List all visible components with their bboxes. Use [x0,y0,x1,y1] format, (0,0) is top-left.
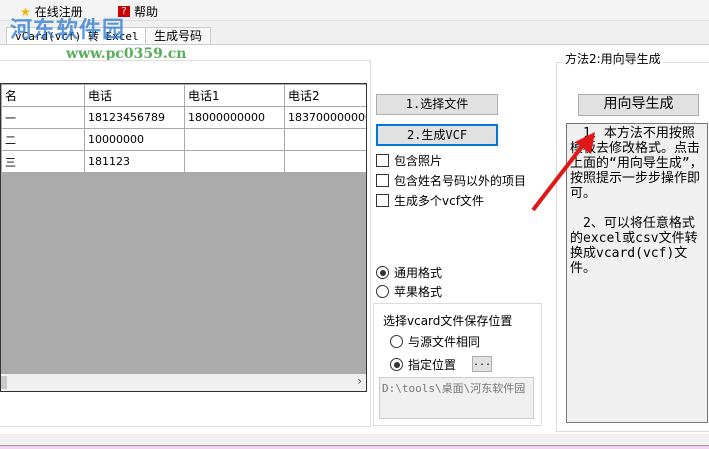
radio-button[interactable] [376,285,389,298]
checkbox-box[interactable] [376,154,389,167]
checkbox-box[interactable] [376,194,389,207]
save-same-radio[interactable]: 与源文件相同 [390,333,480,350]
grid-header: 名电话 电话1 电话2 [1,84,366,107]
arrow-annotation [531,132,595,212]
data-grid[interactable]: 名电话 电话1 电话2 一 18123456789 18000000000 1837000… [0,83,367,392]
watermark-logo: 河东软件园 [10,18,126,43]
column-header[interactable]: 电话2 [284,84,366,107]
cell[interactable]: 二 [1,128,85,151]
column-header[interactable]: 名 [1,84,85,107]
cell[interactable]: 18123456789 [84,106,185,129]
browse-button[interactable]: ... [472,356,492,372]
format-apple-radio[interactable]: 苹果格式 [376,283,442,300]
cell[interactable] [184,150,285,173]
radio-button[interactable] [390,358,403,371]
tab-generate-numbers[interactable]: 生成号码 [145,27,212,45]
cell[interactable]: 183700000000 [284,106,366,129]
cell[interactable]: 一 [1,106,85,129]
format-generic-radio[interactable]: 通用格式 [376,264,442,281]
include-photo-checkbox[interactable]: 包含照片 [376,152,442,169]
table-row[interactable]: 一 18123456789 18000000000 183700000000 [1,106,366,129]
scroll-right-icon[interactable]: › [357,374,362,388]
save-path-field[interactable]: D:\tools\桌面\河东软件园 [379,377,534,419]
radio-button[interactable] [376,266,389,279]
cell[interactable]: 181123 [84,150,185,173]
cell[interactable]: 10000000 [84,128,185,151]
table-row[interactable]: 二 10000000 [1,128,366,151]
scrollbar-thumb[interactable] [1,376,7,389]
radio-button[interactable] [390,335,403,348]
cell[interactable]: 18000000000 [184,106,285,129]
column-header[interactable]: 电话1 [184,84,285,107]
table-row[interactable]: 三 181123 [1,150,366,173]
cell[interactable] [284,128,366,151]
save-custom-radio[interactable]: 指定位置 [390,356,456,373]
horizontal-scrollbar[interactable]: › [1,374,366,391]
column-header[interactable]: 电话 [84,84,185,107]
wizard-button[interactable]: 用向导生成 [578,94,699,116]
cell[interactable]: 三 [1,150,85,173]
multiple-vcf-checkbox[interactable]: 生成多个vcf文件 [376,192,484,209]
include-extra-fields-checkbox[interactable]: 包含姓名号码以外的项目 [376,172,526,189]
cell[interactable] [184,128,285,151]
checkbox-box[interactable] [376,174,389,187]
cell[interactable] [284,150,366,173]
save-location-title: 选择vcard文件保存位置 [383,314,513,328]
method2-title: 方法2:用向导生成 [563,50,663,67]
generate-vcf-button[interactable]: 2.生成VCF [376,124,498,146]
select-file-button[interactable]: 1.选择文件 [376,94,498,115]
